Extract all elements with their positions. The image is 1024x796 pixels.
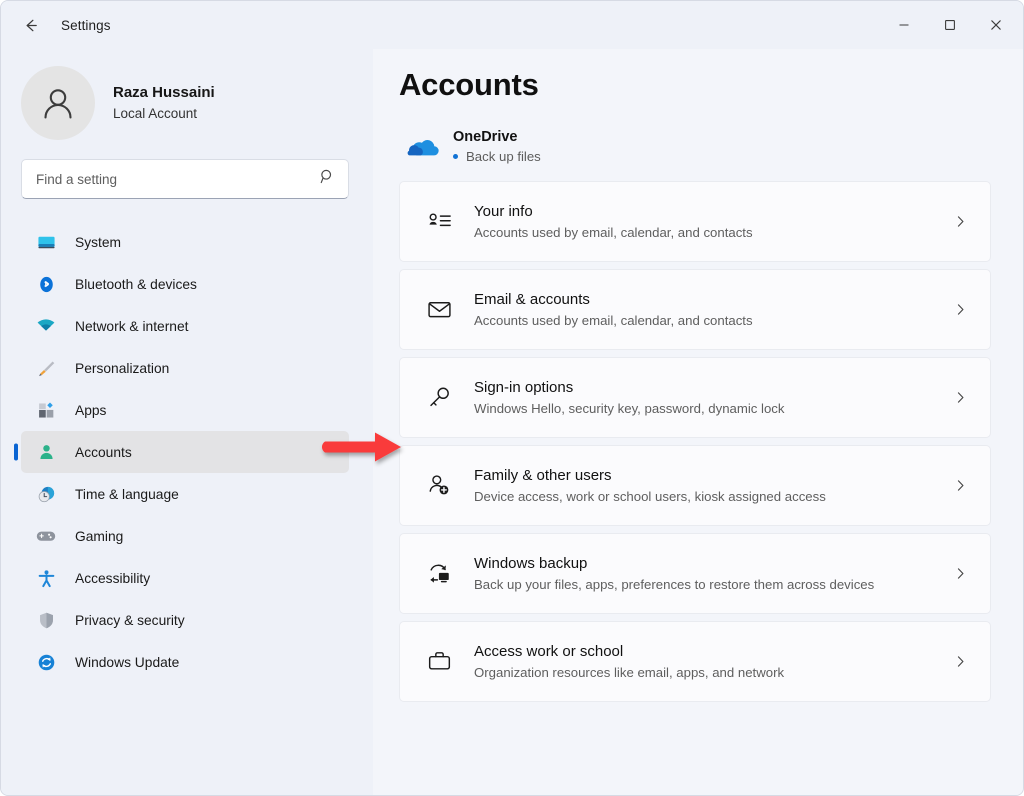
card-title: Family & other users [474, 465, 948, 486]
sidebar-item-accessibility[interactable]: Accessibility [21, 557, 349, 599]
sidebar: Raza Hussaini Local Account [1, 49, 373, 795]
card-subtitle: Accounts used by email, calendar, and co… [474, 311, 948, 331]
chevron-right-icon[interactable] [948, 391, 972, 404]
backup-icon [422, 560, 456, 587]
title-bar: Settings [1, 1, 1023, 49]
gamepad-icon [35, 525, 57, 547]
wifi-icon [35, 315, 57, 337]
sidebar-item-label: Windows Update [75, 655, 179, 670]
sidebar-item-accounts[interactable]: Accounts [21, 431, 349, 473]
monitor-icon [35, 231, 57, 253]
main-content: Accounts OneDrive Back up files [373, 49, 1023, 795]
sidebar-item-label: System [75, 235, 121, 250]
window-title: Settings [61, 18, 111, 33]
sidebar-item-label: Bluetooth & devices [75, 277, 197, 292]
person-icon [35, 441, 57, 463]
person-add-icon [422, 472, 456, 499]
onedrive-section[interactable]: OneDrive Back up files [399, 121, 991, 173]
chevron-right-icon[interactable] [948, 215, 972, 228]
card-title: Email & accounts [474, 289, 948, 310]
chevron-right-icon[interactable] [948, 655, 972, 668]
search-icon[interactable] [319, 168, 336, 190]
envelope-icon [422, 296, 456, 323]
sidebar-item-label: Time & language [75, 487, 179, 502]
settings-window: Settings Ra [0, 0, 1024, 796]
onedrive-status: Back up files [466, 147, 541, 166]
bluetooth-icon [35, 273, 57, 295]
paintbrush-icon [35, 357, 57, 379]
status-dot-icon [453, 154, 458, 159]
card-subtitle: Organization resources like email, apps,… [474, 663, 948, 683]
sidebar-item-label: Gaming [75, 529, 123, 544]
settings-card-list: Your info Accounts used by email, calend… [399, 181, 991, 702]
onedrive-status-row: Back up files [453, 147, 541, 166]
sidebar-item-bluetooth-devices[interactable]: Bluetooth & devices [21, 263, 349, 305]
sidebar-item-label: Accounts [75, 445, 132, 460]
search-box[interactable] [21, 159, 349, 199]
sidebar-item-gaming[interactable]: Gaming [21, 515, 349, 557]
sidebar-nav: System Bluetooth & devices [1, 221, 373, 683]
update-refresh-icon [35, 651, 57, 673]
maximize-button[interactable] [927, 7, 973, 43]
card-subtitle: Back up your files, apps, preferences to… [474, 575, 948, 595]
card-subtitle: Windows Hello, security key, password, d… [474, 399, 948, 419]
sidebar-item-label: Personalization [75, 361, 169, 376]
avatar [21, 66, 95, 140]
chevron-right-icon[interactable] [948, 303, 972, 316]
chevron-right-icon[interactable] [948, 567, 972, 580]
card-subtitle: Accounts used by email, calendar, and co… [474, 223, 948, 243]
page-title: Accounts [399, 67, 991, 103]
search-container [1, 141, 373, 199]
onedrive-title: OneDrive [453, 128, 541, 147]
back-arrow-icon[interactable] [13, 8, 47, 42]
chevron-right-icon[interactable] [948, 479, 972, 492]
card-email-accounts[interactable]: Email & accounts Accounts used by email,… [399, 269, 991, 350]
sidebar-item-apps[interactable]: Apps [21, 389, 349, 431]
key-icon [422, 384, 456, 411]
card-subtitle: Device access, work or school users, kio… [474, 487, 948, 507]
user-profile[interactable]: Raza Hussaini Local Account [1, 49, 373, 141]
profile-account-type: Local Account [113, 104, 215, 124]
apps-grid-icon [35, 399, 57, 421]
card-access-work-or-school[interactable]: Access work or school Organization resou… [399, 621, 991, 702]
briefcase-icon [422, 648, 456, 675]
onedrive-cloud-icon [405, 135, 445, 159]
search-input[interactable] [36, 172, 319, 187]
sidebar-item-network-internet[interactable]: Network & internet [21, 305, 349, 347]
sidebar-item-windows-update[interactable]: Windows Update [21, 641, 349, 683]
sidebar-item-system[interactable]: System [21, 221, 349, 263]
minimize-button[interactable] [881, 7, 927, 43]
accessibility-icon [35, 567, 57, 589]
sidebar-item-label: Apps [75, 403, 106, 418]
card-sign-in-options[interactable]: Sign-in options Windows Hello, security … [399, 357, 991, 438]
card-title: Your info [474, 201, 948, 222]
profile-name: Raza Hussaini [113, 83, 215, 103]
close-button[interactable] [973, 7, 1019, 43]
contact-card-icon [422, 208, 456, 235]
sidebar-item-time-language[interactable]: Time & language [21, 473, 349, 515]
sidebar-item-privacy-security[interactable]: Privacy & security [21, 599, 349, 641]
sidebar-item-label: Accessibility [75, 571, 150, 586]
sidebar-item-label: Privacy & security [75, 613, 185, 628]
card-your-info[interactable]: Your info Accounts used by email, calend… [399, 181, 991, 262]
sidebar-item-personalization[interactable]: Personalization [21, 347, 349, 389]
clock-globe-icon [35, 483, 57, 505]
card-windows-backup[interactable]: Windows backup Back up your files, apps,… [399, 533, 991, 614]
card-title: Sign-in options [474, 377, 948, 398]
sidebar-item-label: Network & internet [75, 319, 189, 334]
card-title: Windows backup [474, 553, 948, 574]
card-title: Access work or school [474, 641, 948, 662]
card-family-other-users[interactable]: Family & other users Device access, work… [399, 445, 991, 526]
shield-icon [35, 609, 57, 631]
